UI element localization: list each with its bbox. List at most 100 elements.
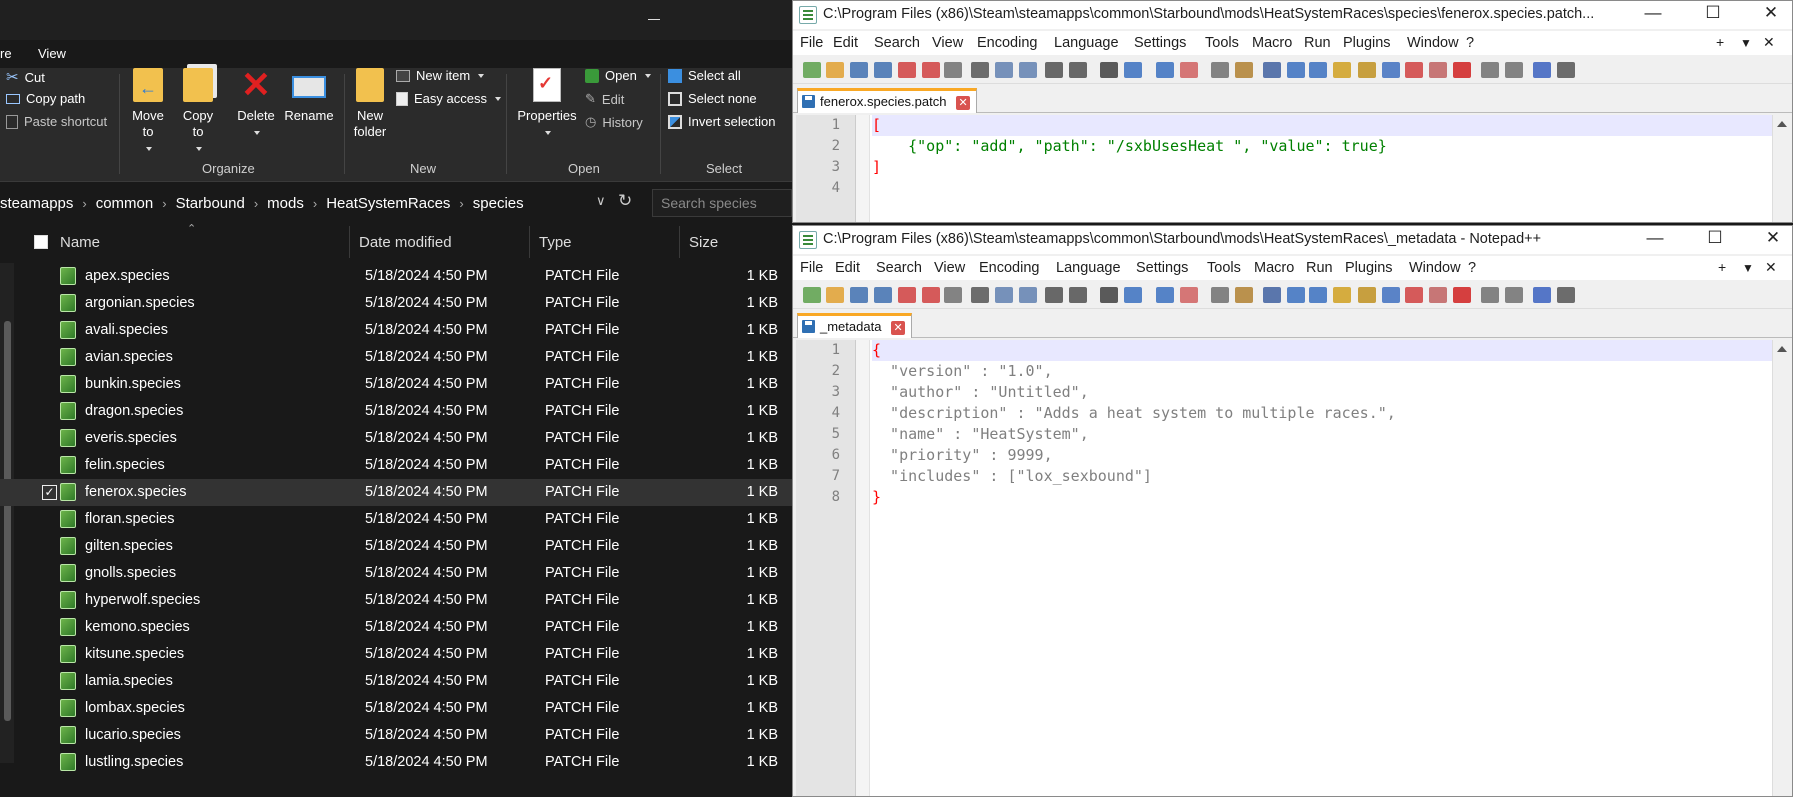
menu-run[interactable]: Run <box>1304 35 1331 51</box>
sync-horizontal-icon[interactable] <box>1235 62 1253 78</box>
file-row[interactable]: avali.species 5/18/2024 4:50 PM PATCH File… <box>0 317 792 344</box>
close-tab-icon[interactable]: ✕ <box>1763 34 1775 51</box>
maximize-button[interactable]: ☐ <box>1693 3 1733 23</box>
print-icon[interactable] <box>944 287 962 303</box>
file-row[interactable]: kemono.species 5/18/2024 4:50 PM PATCH Fil… <box>0 614 792 641</box>
run-macro-multiple-icon[interactable] <box>1533 287 1551 303</box>
column-header-date[interactable]: Date modified <box>359 234 452 251</box>
fold-margin[interactable] <box>856 115 870 222</box>
menu-language[interactable]: Language <box>1056 260 1121 276</box>
menu-encoding[interactable]: Encoding <box>977 35 1037 51</box>
cut-icon[interactable] <box>971 62 989 78</box>
delete-button[interactable]: ✕ Delete <box>234 67 278 140</box>
scroll-up-icon[interactable] <box>1777 346 1787 352</box>
invert-selection-button[interactable]: Invert selection <box>668 114 775 129</box>
sync-horizontal-icon[interactable] <box>1235 287 1253 303</box>
save-all-icon[interactable] <box>874 287 892 303</box>
new-file-icon[interactable] <box>803 287 821 303</box>
menu-run[interactable]: Run <box>1306 260 1333 276</box>
maximize-button[interactable]: ☐ <box>1695 228 1735 248</box>
copy-path-button[interactable]: Copy path <box>6 91 85 106</box>
folder-workspace-icon[interactable] <box>1405 287 1423 303</box>
indent-guide-icon[interactable] <box>1309 287 1327 303</box>
sync-vertical-icon[interactable] <box>1211 62 1229 78</box>
save-all-icon[interactable] <box>874 62 892 78</box>
menu-plugins[interactable]: Plugins <box>1345 260 1393 276</box>
doc-map-icon[interactable] <box>1358 287 1376 303</box>
redo-icon[interactable] <box>1069 287 1087 303</box>
code-editor[interactable]: 1 2 3 4 5 6 7 8 { "version" : "1.0", "author" :… <box>796 340 1792 796</box>
select-all-checkbox[interactable] <box>34 235 48 249</box>
file-row[interactable]: hyperwolf.species 5/18/2024 4:50 PM PATCH … <box>0 587 792 614</box>
menu-edit[interactable]: Edit <box>835 260 860 276</box>
menu-window[interactable]: Window <box>1409 260 1461 276</box>
column-header-name[interactable]: Name <box>60 234 100 251</box>
copy-icon[interactable] <box>995 62 1013 78</box>
breadcrumb-mods[interactable]: mods <box>267 195 304 212</box>
menu-file[interactable]: File <box>800 35 823 51</box>
refresh-icon[interactable]: ↻ <box>618 191 632 211</box>
close-tab-icon[interactable]: ✕ <box>956 95 971 110</box>
monitor-icon[interactable] <box>1429 62 1447 78</box>
row-checkbox[interactable]: ✓ <box>42 485 57 500</box>
file-row[interactable]: dragon.species 5/18/2024 4:50 PM PATCH Fil… <box>0 398 792 425</box>
menu-help[interactable]: ? <box>1468 260 1476 276</box>
minimize-button[interactable]: — <box>1633 3 1673 23</box>
save-macro-icon[interactable] <box>1557 62 1575 78</box>
explorer-minimize-button[interactable] <box>648 19 660 20</box>
record-macro-icon[interactable] <box>1453 287 1471 303</box>
file-row[interactable]: lucario.species 5/18/2024 4:50 PM PATCH Fi… <box>0 722 792 749</box>
copy-icon[interactable] <box>995 287 1013 303</box>
zoom-in-icon[interactable] <box>1156 62 1174 78</box>
menu-view[interactable]: View <box>934 260 965 276</box>
menu-plugins[interactable]: Plugins <box>1343 35 1391 51</box>
menu-search[interactable]: Search <box>874 35 920 51</box>
properties-button[interactable]: ✓ Properties <box>514 68 580 140</box>
file-row[interactable]: kitsune.species 5/18/2024 4:50 PM PATCH Fi… <box>0 641 792 668</box>
close-tab-icon[interactable]: ✕ <box>891 320 906 335</box>
close-icon[interactable] <box>898 62 916 78</box>
stop-macro-icon[interactable] <box>1481 62 1499 78</box>
find-icon[interactable] <box>1100 62 1118 78</box>
column-header-size[interactable]: Size <box>689 234 718 251</box>
move-to-button[interactable]: ← Move to <box>130 68 166 156</box>
close-tab-icon[interactable]: ✕ <box>1765 259 1777 276</box>
open-file-icon[interactable] <box>826 287 844 303</box>
new-item-button[interactable]: New item <box>396 68 485 83</box>
editor-scrollbar[interactable] <box>1772 115 1792 222</box>
ribbon-tab-view[interactable]: View <box>38 46 66 61</box>
replace-icon[interactable] <box>1124 62 1142 78</box>
file-row[interactable]: lombax.species 5/18/2024 4:50 PM PATCH Fil… <box>0 695 792 722</box>
play-macro-icon[interactable] <box>1505 287 1523 303</box>
close-all-icon[interactable] <box>922 287 940 303</box>
run-macro-multiple-icon[interactable] <box>1533 62 1551 78</box>
file-row[interactable]: lamia.species 5/18/2024 4:50 PM PATCH File… <box>0 668 792 695</box>
menu-help[interactable]: ? <box>1466 35 1474 51</box>
replace-icon[interactable] <box>1124 287 1142 303</box>
cut-icon[interactable] <box>971 287 989 303</box>
file-row[interactable]: everis.species 5/18/2024 4:50 PM PATCH Fil… <box>0 425 792 452</box>
undo-icon[interactable] <box>1045 62 1063 78</box>
function-list-icon[interactable] <box>1382 287 1400 303</box>
select-all-button[interactable]: Select all <box>668 68 741 83</box>
menu-search[interactable]: Search <box>876 260 922 276</box>
menu-settings[interactable]: Settings <box>1134 35 1186 51</box>
find-icon[interactable] <box>1100 287 1118 303</box>
open-button[interactable]: Open <box>585 68 651 83</box>
ribbon-tab-share[interactable]: re <box>0 46 12 61</box>
column-divider[interactable] <box>529 226 530 258</box>
menu-window[interactable]: Window <box>1407 35 1459 51</box>
column-header-type[interactable]: Type <box>539 234 572 251</box>
address-bar[interactable]: steamapps › common › Starbound › mods › Heat… <box>0 187 792 219</box>
folder-workspace-icon[interactable] <box>1405 62 1423 78</box>
menu-file[interactable]: File <box>800 260 823 276</box>
menu-macro[interactable]: Macro <box>1252 35 1292 51</box>
scroll-up-icon[interactable] <box>1777 121 1787 127</box>
close-button[interactable]: ✕ <box>1753 228 1792 248</box>
file-row[interactable]: argonian.species 5/18/2024 4:50 PM PATCH F… <box>0 290 792 317</box>
menu-language[interactable]: Language <box>1054 35 1119 51</box>
column-divider[interactable] <box>349 226 350 258</box>
cut-button[interactable]: ✂ Cut <box>6 68 45 86</box>
open-file-icon[interactable] <box>826 62 844 78</box>
menu-encoding[interactable]: Encoding <box>979 260 1039 276</box>
